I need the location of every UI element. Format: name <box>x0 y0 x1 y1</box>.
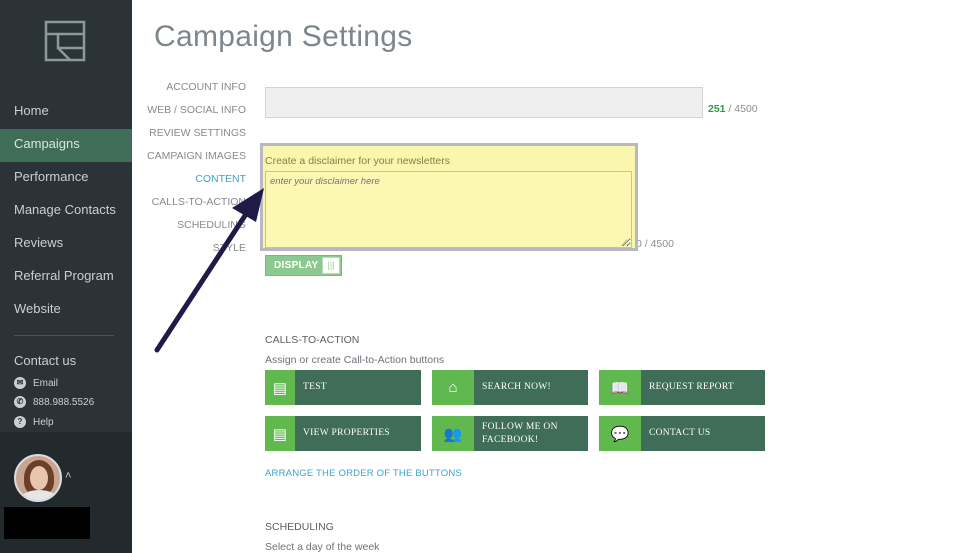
sub-nav-campaign-images[interactable]: CAMPAIGN IMAGES <box>140 149 246 172</box>
house-icon: ⌂ <box>432 370 474 405</box>
disclaimer-input[interactable] <box>265 171 632 248</box>
cta-button-label: REQUEST REPORT <box>649 382 735 392</box>
page-title: Campaign Settings <box>154 20 413 53</box>
contact-us-heading: Contact us <box>14 353 77 368</box>
sidebar-divider <box>14 335 114 336</box>
contact-phone-label: 888.988.5526 <box>33 396 95 408</box>
nav-item-performance[interactable]: Performance <box>0 162 132 195</box>
avatar[interactable] <box>14 454 62 502</box>
contact-help-link[interactable]: ? Help <box>14 414 54 430</box>
content-char-count: 251 <box>708 103 726 115</box>
contact-help-label: Help <box>33 416 54 428</box>
cta-section-subtitle: Assign or create Call-to-Action buttons <box>265 354 445 366</box>
disclaimer-char-counter: 0 / 4500 <box>636 238 674 250</box>
content-char-max: / 4500 <box>725 103 758 115</box>
help-icon: ? <box>14 416 26 428</box>
speech-bubbles-icon: 💬 <box>599 416 641 451</box>
window-layout-icon[interactable] <box>44 20 86 62</box>
redacted-username <box>4 507 90 539</box>
display-toggle-label: DISPLAY <box>274 260 319 271</box>
cta-button-contact-us[interactable]: 💬 CONTACT US <box>599 416 765 451</box>
people-icon: 👥 <box>432 416 474 451</box>
cta-button-label: VIEW PROPERTIES <box>303 428 390 438</box>
report-book-icon: 📖 <box>599 370 641 405</box>
display-toggle[interactable]: DISPLAY ||| <box>265 255 342 276</box>
toggle-grip-icon: ||| <box>322 257 340 274</box>
scheduling-section-title: SCHEDULING <box>265 521 334 533</box>
chevron-up-icon[interactable]: ˄ <box>65 470 71 482</box>
content-char-counter: 251 / 4500 <box>708 103 758 115</box>
nav-item-referral-program[interactable]: Referral Program <box>0 261 132 294</box>
contact-phone-link[interactable]: ✆ 888.988.5526 <box>14 394 94 410</box>
cta-button-label: CONTACT US <box>649 428 711 438</box>
cta-button-view-properties[interactable]: ▤ VIEW PROPERTIES <box>265 416 421 451</box>
nav-item-website[interactable]: Website <box>0 294 132 327</box>
nav-item-campaigns[interactable]: Campaigns <box>0 129 132 162</box>
contact-email-link[interactable]: ✉ Email <box>14 375 58 391</box>
main-nav: Home Campaigns Performance Manage Contac… <box>0 96 132 327</box>
cta-button-label: SEARCH NOW! <box>482 382 552 392</box>
sub-nav-review-settings[interactable]: REVIEW SETTINGS <box>140 126 246 149</box>
cta-button-label: TEST <box>303 382 327 392</box>
cta-button-label-line1: FOLLOW ME ON <box>482 421 558 432</box>
cta-button-request-report[interactable]: 📖 REQUEST REPORT <box>599 370 765 405</box>
cta-button-test[interactable]: ▤ TEST <box>265 370 421 405</box>
document-icon: ▤ <box>265 416 295 451</box>
nav-item-home[interactable]: Home <box>0 96 132 129</box>
sidebar: Home Campaigns Performance Manage Contac… <box>0 0 132 553</box>
sub-nav-web-social-info[interactable]: WEB / SOCIAL INFO <box>140 103 246 126</box>
cta-button-search-now[interactable]: ⌂ SEARCH NOW! <box>432 370 588 405</box>
arrange-buttons-link[interactable]: ARRANGE THE ORDER OF THE BUTTONS <box>265 468 462 479</box>
phone-icon: ✆ <box>14 396 26 408</box>
disclaimer-label: Create a disclaimer for your newsletters <box>265 155 450 167</box>
contact-email-label: Email <box>33 377 59 389</box>
annotation-arrow-icon <box>154 188 264 353</box>
content-textarea[interactable] <box>265 87 703 118</box>
scheduling-section-subtitle: Select a day of the week <box>265 541 380 553</box>
document-icon: ▤ <box>265 370 295 405</box>
cta-button-label: FOLLOW ME ON FACEBOOK! <box>474 421 558 447</box>
cta-section-title: CALLS-TO-ACTION <box>265 334 360 346</box>
cta-button-follow-facebook[interactable]: 👥 FOLLOW ME ON FACEBOOK! <box>432 416 588 451</box>
sub-nav-account-info[interactable]: ACCOUNT INFO <box>140 80 246 103</box>
cta-button-label-line2: FACEBOOK! <box>482 434 539 445</box>
nav-item-reviews[interactable]: Reviews <box>0 228 132 261</box>
email-icon: ✉ <box>14 377 26 389</box>
resize-grip-icon[interactable]: ⟋ <box>621 238 627 249</box>
nav-item-manage-contacts[interactable]: Manage Contacts <box>0 195 132 228</box>
